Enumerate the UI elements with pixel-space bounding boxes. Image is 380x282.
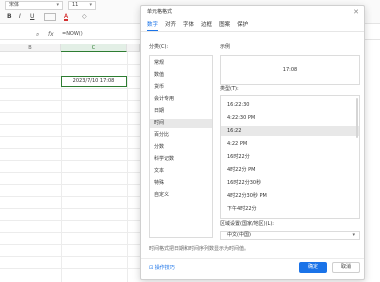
category-item-general[interactable]: 常规 <box>150 59 212 68</box>
chevron-down-icon: ▾ <box>56 2 59 8</box>
category-item-accounting[interactable]: 会计专用 <box>150 95 212 104</box>
sample-box: 17:08 <box>220 55 360 85</box>
type-item-selected[interactable]: 16:22 <box>221 126 359 136</box>
type-item[interactable]: 4:22 PM <box>221 139 359 149</box>
category-item-percentage[interactable]: 百分比 <box>150 131 212 140</box>
type-label: 类型(T): <box>220 86 239 92</box>
grid-line <box>0 268 140 269</box>
locale-value: 中文(中国) <box>227 232 251 238</box>
tips-link[interactable]: ⊡ 操作技巧 <box>149 265 175 272</box>
type-item[interactable]: 下午4时22分 <box>221 204 359 214</box>
category-label: 分类(C): <box>149 44 169 50</box>
grid-line <box>0 124 140 125</box>
ok-button[interactable]: 确定 <box>299 262 327 273</box>
fx-icon[interactable]: fx <box>48 30 54 39</box>
category-item-time[interactable]: 时间 <box>150 119 212 128</box>
tab-protection[interactable]: 保护 <box>237 21 248 31</box>
font-size-value: 11 <box>72 2 79 8</box>
grid-line <box>0 244 140 245</box>
italic-button[interactable]: I <box>19 13 21 21</box>
tab-border[interactable]: 边框 <box>201 21 212 31</box>
category-item-scientific[interactable]: 科学记数 <box>150 155 212 164</box>
grid-line <box>0 208 140 209</box>
category-list: 常规 数值 货币 会计专用 日期 时间 百分比 分数 科学记数 文本 特殊 自定… <box>149 55 213 238</box>
tab-pattern[interactable]: 图案 <box>219 21 230 31</box>
grid-line <box>0 136 140 137</box>
type-item[interactable]: 16时22分 <box>221 152 359 162</box>
locale-label: 区域设置(国家/地区)(L): <box>220 221 274 227</box>
sample-value: 17:08 <box>282 67 298 73</box>
grid-line <box>0 256 140 257</box>
grid-line <box>0 148 140 149</box>
dialog-tabs: 数字 对齐 字体 边框 图案 保护 <box>147 21 255 31</box>
grid-line <box>0 196 140 197</box>
format-cells-dialog: 单元格格式 ✕ 数字 对齐 字体 边框 图案 保护 分类(C): 常规 数值 货… <box>140 5 365 280</box>
column-header-c[interactable]: C <box>61 44 127 52</box>
grid-line <box>0 172 140 173</box>
font-size-select[interactable]: 11 ▾ <box>68 1 96 10</box>
clear-format-icon[interactable]: ◇ <box>82 13 87 21</box>
category-item-fraction[interactable]: 分数 <box>150 143 212 152</box>
category-item-special[interactable]: 特殊 <box>150 179 212 188</box>
type-item[interactable]: 4时22分 PM <box>221 165 359 175</box>
grid-line <box>0 88 140 89</box>
format-description: 时间格式把日期和时间序列数显示为时间值。 <box>149 246 250 252</box>
cancel-button[interactable]: 取消 <box>332 262 360 273</box>
locale-select[interactable]: 中文(中国) ▾ <box>220 231 360 240</box>
type-item[interactable]: 4时22分30秒 PM <box>221 191 359 201</box>
bold-button[interactable]: B <box>7 13 12 21</box>
formula-input[interactable]: =NOW() <box>62 30 83 39</box>
column-header-b[interactable]: B <box>0 44 61 52</box>
grid-line <box>0 112 140 113</box>
font-name-value: 宋体 <box>9 2 20 8</box>
active-cell[interactable]: 2023/7/10 17:08 <box>61 76 127 87</box>
category-item-date[interactable]: 日期 <box>150 107 212 116</box>
type-item[interactable]: 4:22:30 PM <box>221 113 359 123</box>
dialog-title: 单元格格式 <box>147 9 173 15</box>
zoom-icon[interactable]: ⌕ <box>36 30 39 39</box>
grid-line <box>0 220 140 221</box>
grid-line <box>0 232 140 233</box>
border-icon[interactable] <box>44 13 56 21</box>
category-item-number[interactable]: 数值 <box>150 71 212 80</box>
category-item-text[interactable]: 文本 <box>150 167 212 176</box>
footer-divider <box>141 258 364 259</box>
font-color-button[interactable]: A <box>64 13 69 21</box>
type-item[interactable]: 16时22分30秒 <box>221 178 359 188</box>
tab-alignment[interactable]: 对齐 <box>165 21 176 31</box>
grid-line <box>0 100 140 101</box>
font-name-select[interactable]: 宋体 ▾ <box>5 1 63 10</box>
grid-line <box>0 184 140 185</box>
tab-font[interactable]: 字体 <box>183 21 194 31</box>
category-item-currency[interactable]: 货币 <box>150 83 212 92</box>
type-list[interactable]: 16:22:30 4:22:30 PM 16:22 4:22 PM 16时22分… <box>220 95 360 219</box>
category-item-custom[interactable]: 自定义 <box>150 191 212 200</box>
type-list-scrollbar[interactable] <box>356 98 358 138</box>
tabs-divider <box>141 31 364 32</box>
tips-label: 操作技巧 <box>154 265 175 271</box>
grid-line <box>0 160 140 161</box>
chevron-down-icon: ▾ <box>352 232 355 238</box>
column-header-d[interactable] <box>127 44 140 52</box>
underline-button[interactable]: U <box>30 13 34 21</box>
sample-label: 示例 <box>220 44 231 50</box>
chevron-down-icon: ▾ <box>89 2 92 8</box>
type-item[interactable]: 16:22:30 <box>221 100 359 110</box>
grid-line <box>127 52 128 282</box>
close-icon[interactable]: ✕ <box>353 8 359 16</box>
cell-value: 2023/7/10 17:08 <box>72 78 115 84</box>
grid-line <box>0 64 140 65</box>
tab-number[interactable]: 数字 <box>147 21 159 31</box>
